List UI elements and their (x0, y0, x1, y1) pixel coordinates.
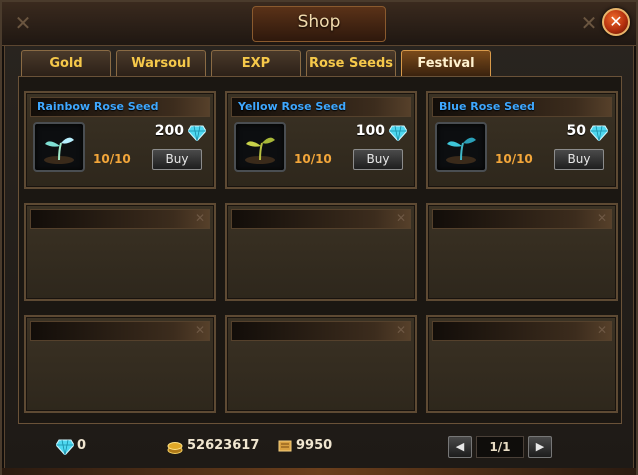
empty-item-slot: ✕ (426, 315, 618, 413)
corner-ornament-icon: ✕ (14, 11, 32, 35)
empty-item-slot: ✕ (426, 203, 618, 301)
diamond-icon (389, 125, 407, 141)
item-price: 100 (355, 123, 385, 139)
shop-item-slot: Rainbow Rose Seed 200 10/10 Buy (24, 91, 216, 189)
close-button[interactable]: ✕ (602, 8, 630, 36)
item-price: 50 (566, 123, 586, 139)
close-icon: ✕ (609, 12, 623, 31)
slot-ornament-icon: ✕ (395, 211, 406, 225)
slot-header: Yellow Rose Seed (231, 97, 411, 117)
prev-page-button[interactable]: ◀ (448, 436, 472, 458)
slot-header: ✕ (432, 321, 612, 341)
bottom-ornament-bar (2, 468, 636, 475)
slot-ornament-icon: ✕ (395, 323, 406, 337)
gold-balance: 52623617 (187, 438, 260, 453)
empty-item-slot: ✕ (24, 315, 216, 413)
tab-exp[interactable]: EXP (211, 50, 301, 76)
window-title: Shop (297, 12, 341, 32)
gold-coins-icon (167, 442, 183, 454)
chevron-left-icon: ◀ (455, 440, 465, 453)
blue-seed-icon[interactable] (435, 122, 487, 172)
item-grid: Rainbow Rose Seed 200 10/10 Buy Yellow R… (18, 76, 622, 424)
slot-ornament-icon: ✕ (194, 211, 205, 225)
buy-button[interactable]: Buy (554, 149, 604, 170)
yellow-seed-icon[interactable] (234, 122, 286, 172)
item-name: Rainbow Rose Seed (37, 100, 159, 113)
item-name: Blue Rose Seed (439, 100, 535, 113)
slot-header: Rainbow Rose Seed (30, 97, 210, 117)
slot-header: ✕ (231, 321, 411, 341)
currency-footer: 0 52623617 9950 ◀ 1/1 ▶ (2, 428, 636, 468)
corner-ornament-icon: ✕ (580, 11, 598, 35)
slot-header: Blue Rose Seed (432, 97, 612, 117)
diamond-icon (188, 125, 206, 141)
empty-item-slot: ✕ (225, 315, 417, 413)
slot-header: ✕ (231, 209, 411, 229)
item-stock: 10/10 (294, 152, 332, 166)
empty-item-slot: ✕ (24, 203, 216, 301)
slot-ornament-icon: ✕ (596, 211, 607, 225)
empty-item-slot: ✕ (225, 203, 417, 301)
slot-header: ✕ (30, 321, 210, 341)
diamond-icon (590, 125, 608, 141)
item-price: 200 (154, 123, 184, 139)
rainbow-seed-icon[interactable] (33, 122, 85, 172)
buy-button[interactable]: Buy (353, 149, 403, 170)
item-stock: 10/10 (495, 152, 533, 166)
buy-button[interactable]: Buy (152, 149, 202, 170)
page-indicator: 1/1 (476, 436, 524, 458)
diamond-balance: 0 (77, 438, 87, 453)
tab-rose-seeds[interactable]: Rose Seeds (306, 50, 396, 76)
slot-ornament-icon: ✕ (194, 323, 205, 337)
shop-window: ✕ ✕ Shop ✕ Gold Warsoul EXP Rose Seeds F… (0, 0, 638, 475)
slot-ornament-icon: ✕ (596, 323, 607, 337)
item-stock: 10/10 (93, 152, 131, 166)
slot-header: ✕ (30, 209, 210, 229)
diamond-icon (56, 439, 74, 455)
slot-header: ✕ (432, 209, 612, 229)
tab-warsoul[interactable]: Warsoul (116, 50, 206, 76)
honor-balance: 9950 (296, 438, 333, 453)
next-page-button[interactable]: ▶ (528, 436, 552, 458)
item-name: Yellow Rose Seed (238, 100, 347, 113)
honor-scroll-icon (278, 440, 292, 452)
tab-gold[interactable]: Gold (21, 50, 111, 76)
shop-item-slot: Yellow Rose Seed 100 10/10 Buy (225, 91, 417, 189)
tab-festival[interactable]: Festival (401, 50, 491, 76)
chevron-right-icon: ▶ (535, 440, 545, 453)
title-bar: ✕ ✕ Shop ✕ (2, 2, 636, 46)
shop-item-slot: Blue Rose Seed 50 10/10 Buy (426, 91, 618, 189)
